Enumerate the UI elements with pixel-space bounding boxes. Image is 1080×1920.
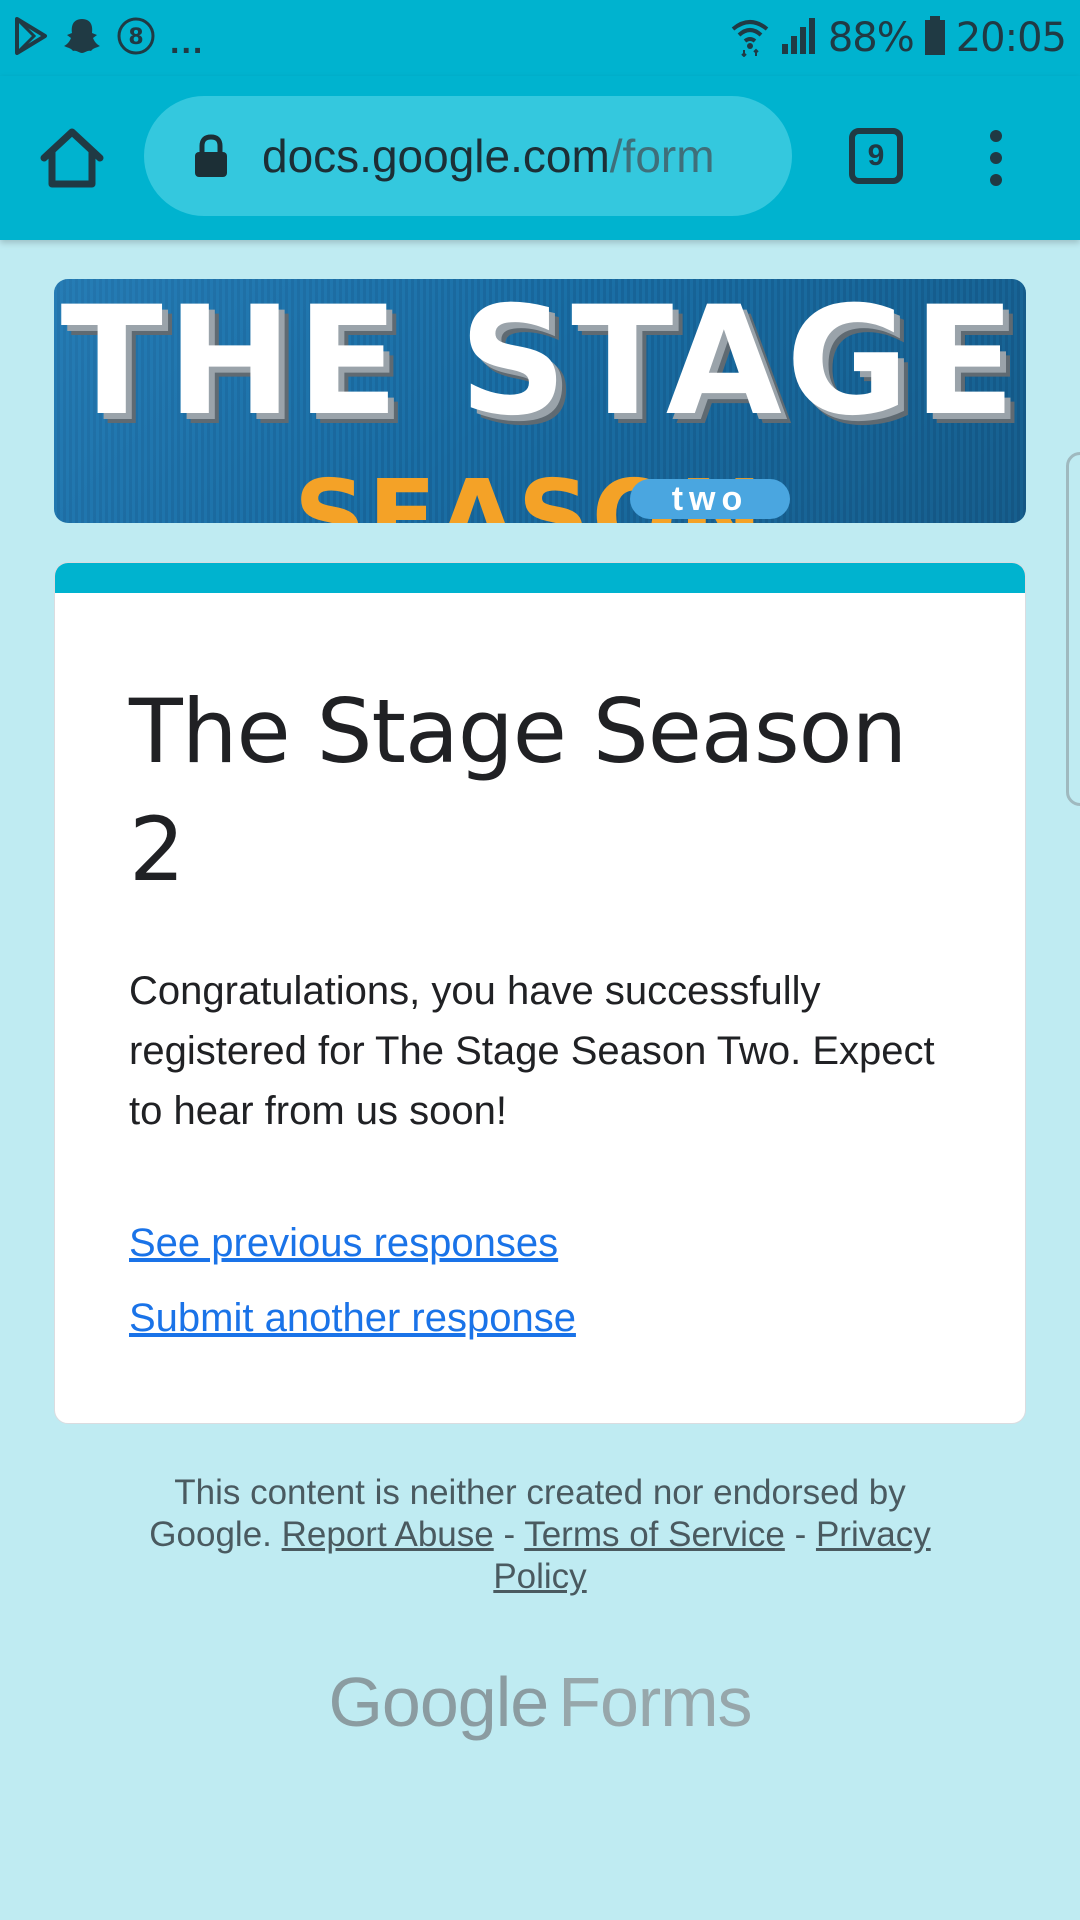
status-bar: 8 ... 88% 20:05 — [0, 0, 1080, 76]
snapchat-icon — [62, 16, 102, 61]
notification-8-icon: 8 — [116, 16, 156, 61]
lock-icon — [195, 134, 227, 177]
submit-another-response-link[interactable]: Submit another response — [129, 1296, 576, 1341]
side-panel-handle[interactable] — [1066, 452, 1080, 806]
confirmation-message: Congratulations, you have successfully r… — [129, 969, 935, 1133]
wifi-icon — [730, 15, 770, 62]
home-icon — [40, 128, 104, 188]
battery-percent: 88% — [827, 15, 915, 61]
overflow-menu-icon[interactable] — [978, 126, 1014, 190]
tab-switcher-button[interactable]: 9 — [849, 128, 903, 184]
card-accent-bar — [55, 563, 1025, 593]
more-notifications-indicator: ... — [170, 22, 205, 61]
form-title: The Stage Season 2 — [129, 680, 907, 901]
svg-text:8: 8 — [128, 25, 143, 50]
banner-title: THE STAGE — [60, 279, 1020, 449]
google-forms-logo[interactable]: Google Forms — [0, 1662, 1080, 1742]
report-abuse-link[interactable]: Report Abuse — [282, 1515, 494, 1554]
clock: 20:05 — [955, 15, 1067, 61]
header-banner-image: THE STAGE SEASON two — [54, 279, 1026, 523]
url-text: docs.google.com/form — [262, 129, 715, 183]
footer-disclaimer: This content is neither created nor endo… — [120, 1472, 960, 1598]
browser-toolbar: docs.google.com/form 9 — [0, 76, 1080, 240]
confirmation-card: The Stage Season 2 Congratulations, you … — [54, 562, 1026, 1424]
forms-wordmark: Forms — [558, 1663, 752, 1741]
footer-separator: - — [794, 1515, 807, 1554]
home-button[interactable] — [36, 122, 108, 194]
status-right: 88% 20:05 — [730, 12, 1067, 64]
banner-season-badge: two — [630, 479, 790, 519]
address-bar[interactable]: docs.google.com/form — [144, 96, 792, 216]
url-domain: docs.google.com — [262, 130, 610, 182]
play-store-icon — [14, 16, 48, 60]
battery-icon — [924, 15, 946, 61]
signal-icon — [780, 16, 818, 61]
see-previous-responses-link[interactable]: See previous responses — [129, 1221, 558, 1266]
google-wordmark: Google — [328, 1663, 549, 1741]
terms-of-service-link[interactable]: Terms of Service — [524, 1515, 785, 1554]
status-left: 8 ... — [14, 12, 204, 64]
url-path: /form — [609, 130, 715, 182]
footer-separator: - — [503, 1515, 516, 1554]
